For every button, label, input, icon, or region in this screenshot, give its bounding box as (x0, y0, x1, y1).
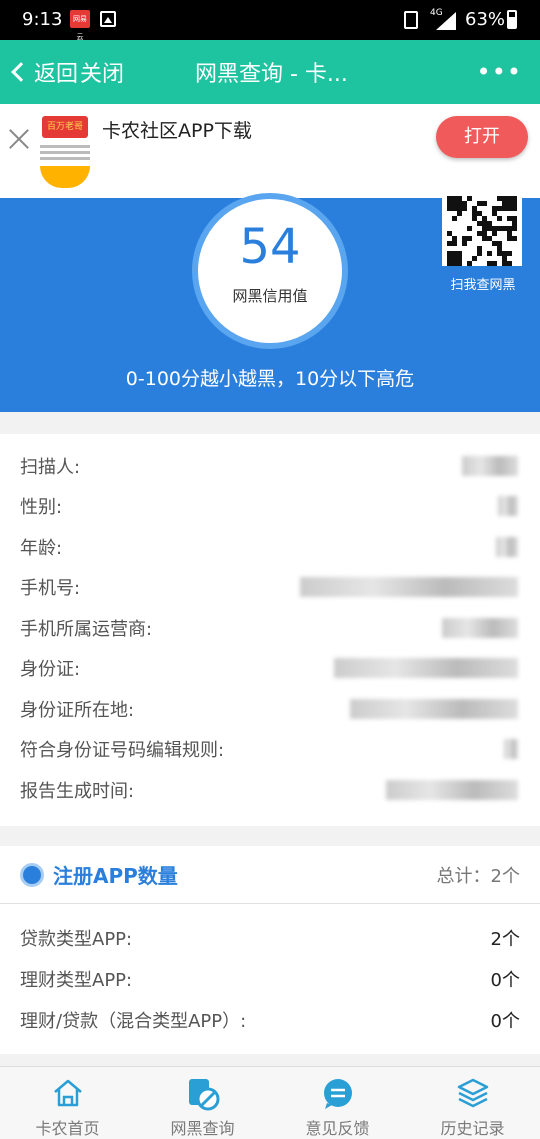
credit-score-label: 网黑信用值 (232, 287, 308, 305)
home-icon (53, 1079, 82, 1107)
redacted-value (462, 456, 518, 476)
qr-cell (507, 251, 512, 256)
logo-badge: 百万老哥 (42, 116, 88, 138)
more-icon[interactable]: ••• (477, 40, 522, 104)
qr-cell (492, 231, 497, 236)
qr-cell (467, 261, 472, 266)
battery-icon (507, 10, 517, 29)
credit-score: 54 (239, 219, 301, 275)
qr-cell (462, 241, 467, 246)
list-item: 性别: (20, 497, 63, 518)
qr-cell (487, 251, 492, 256)
redacted-value (350, 699, 518, 719)
qr-cell (482, 201, 487, 206)
bullet-icon (20, 863, 44, 887)
signal-icon (436, 12, 456, 30)
redacted-value (386, 780, 518, 800)
close-button[interactable]: 关闭 (80, 40, 124, 104)
tab-history[interactable]: 历史记录 (405, 1067, 540, 1139)
score-circle: 54 网黑信用值 (192, 193, 348, 349)
qr-cell (467, 226, 472, 231)
open-button[interactable]: 打开 (436, 116, 528, 158)
page-title: 网黑查询 - 卡... (195, 62, 348, 87)
list-item: 符合身份证号码编辑规则: (20, 740, 225, 761)
tab-blacklist-query[interactable]: 网黑查询 (135, 1067, 270, 1139)
status-time: 9:13 (22, 9, 63, 30)
query-icon (188, 1079, 219, 1111)
app-download-banner: 百万老哥 卡农社区APP下载 打开 (0, 104, 540, 198)
list-item: 扫描人: (20, 457, 81, 478)
redacted-value (498, 496, 518, 516)
qr-cell (512, 226, 517, 231)
qr-cell (497, 216, 502, 221)
battery-percent: 63% (465, 9, 506, 30)
score-description: 0-100分越小越黑，10分以下高危 (125, 368, 415, 390)
score-panel: 54 网黑信用值 扫我查网黑 0-100分越小越黑，10分以下高危 (0, 193, 540, 412)
redacted-value (496, 537, 518, 557)
qr-cell (477, 251, 482, 256)
redacted-value (300, 577, 518, 597)
qr-cell (492, 261, 497, 266)
image-icon (100, 11, 116, 27)
status-bar: 9:13 网易云 4G 63% (0, 0, 540, 41)
qr-cell (462, 206, 467, 211)
qr-cell (512, 236, 517, 241)
redacted-value (504, 739, 518, 759)
vibrate-icon (404, 11, 418, 29)
list-item: 贷款类型APP: 2个 (20, 929, 520, 950)
qr-cell (467, 196, 472, 201)
layers-icon (457, 1078, 488, 1108)
qr-cell (452, 216, 457, 221)
list-item: 理财/贷款（混合类型APP）: 0个 (20, 1011, 520, 1032)
app-logo: 百万老哥 (38, 114, 92, 190)
tab-feedback[interactable]: 意见反馈 (270, 1067, 405, 1139)
chevron-left-icon (11, 62, 31, 82)
qr-cell (507, 261, 512, 266)
bottom-tab-bar: 卡农首页 网黑查询 意见反馈 历史记录 (0, 1066, 540, 1139)
back-button[interactable]: 返回 (10, 40, 78, 104)
tab-home[interactable]: 卡农首页 (0, 1067, 135, 1139)
qr-code-icon[interactable] (442, 196, 522, 266)
registered-apps-section: 注册APP数量 总计：2个 贷款类型APP: 2个 理财类型APP: 0个 理财… (0, 846, 540, 1054)
list-item: 年龄: (20, 538, 63, 559)
section-header: 注册APP数量 总计：2个 (0, 846, 540, 904)
list-item: 理财类型APP: 0个 (20, 970, 520, 991)
apps-total: 总计：2个 (436, 866, 520, 887)
qr-cell (512, 206, 517, 211)
section-title: 注册APP数量 (53, 864, 178, 888)
feedback-icon (323, 1079, 352, 1109)
news-app-icon: 网易云 (70, 10, 90, 41)
info-list: 扫描人: 性别: 年龄: 手机号: 手机所属运营商: 身份证: 身份证所在地: … (0, 434, 540, 826)
banner-title: 卡农社区APP下载 (102, 120, 252, 142)
nav-bar: 返回 关闭 网黑查询 - 卡... ••• (0, 40, 540, 104)
qr-cell (472, 256, 477, 261)
qr-cell (457, 211, 462, 216)
redacted-value (442, 618, 518, 638)
qr-cell (452, 241, 457, 246)
qr-cell (457, 261, 462, 266)
back-label: 返回 (34, 62, 79, 87)
close-icon[interactable] (6, 126, 32, 152)
redacted-value (334, 658, 518, 678)
scan-label[interactable]: 扫我查网黑 (440, 274, 526, 293)
qr-cell (467, 236, 472, 241)
